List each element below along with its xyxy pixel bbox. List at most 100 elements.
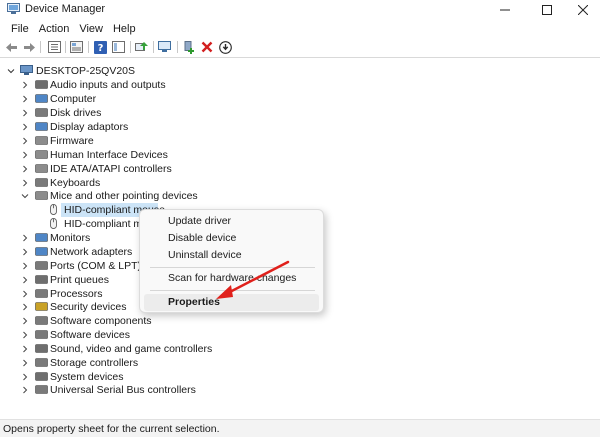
ctx-update-driver[interactable]: Update driver — [144, 213, 319, 230]
action-view-button[interactable] — [111, 40, 125, 54]
tree-category-label: Security devices — [50, 301, 127, 313]
chevron-right-icon[interactable] — [21, 345, 29, 353]
tree-category-computer[interactable]: Computer — [0, 92, 300, 106]
chevron-right-icon[interactable] — [21, 373, 29, 381]
chevron-right-icon[interactable] — [21, 386, 29, 394]
chevron-right-icon[interactable] — [21, 165, 29, 173]
chevron-right-icon[interactable] — [21, 248, 29, 256]
chevron-right-icon[interactable] — [21, 276, 29, 284]
tree-category-ide-ata-atapi-controllers[interactable]: IDE ATA/ATAPI controllers — [0, 162, 300, 176]
minimize-button[interactable] — [488, 0, 522, 20]
chevron-right-icon[interactable] — [21, 95, 29, 103]
maximize-button[interactable] — [530, 0, 564, 20]
tree-category-label: Computer — [50, 93, 97, 105]
tree-category-universal-serial-bus-controllers[interactable]: Universal Serial Bus controllers — [0, 383, 300, 397]
chevron-down-icon — [7, 69, 15, 74]
menu-help[interactable]: Help — [108, 20, 141, 39]
chevron-down-icon[interactable] — [21, 192, 29, 200]
chevron-right-icon[interactable] — [21, 137, 29, 145]
chevron-right-icon[interactable] — [21, 151, 29, 159]
device-category-icon — [35, 330, 48, 339]
tree-category-label: Print queues — [50, 274, 109, 286]
disable-device-button[interactable] — [218, 40, 232, 54]
chevron-right-icon[interactable] — [21, 179, 29, 187]
uninstall-button[interactable] — [200, 40, 214, 54]
chevron-right-icon[interactable] — [21, 290, 29, 298]
ctx-uninstall-device[interactable]: Uninstall device — [144, 247, 319, 264]
maximize-icon — [542, 5, 552, 15]
device-category-icon — [35, 191, 48, 200]
chevron-right-icon[interactable] — [21, 359, 29, 367]
device-category-icon — [35, 344, 48, 353]
tree-category-audio-inputs-and-outputs[interactable]: Audio inputs and outputs — [0, 78, 300, 92]
device-category-icon — [35, 302, 48, 311]
tree-category-label: Mice and other pointing devices — [50, 190, 198, 202]
tree-category-sound-video-and-game-controllers[interactable]: Sound, video and game controllers — [0, 342, 300, 356]
tree-category-storage-controllers[interactable]: Storage controllers — [0, 356, 300, 370]
uninstall-x-icon — [201, 41, 213, 53]
tree-category-label: Monitors — [50, 232, 91, 244]
device-manager-app-icon — [7, 3, 20, 14]
back-button[interactable] — [4, 40, 18, 54]
chevron-right-icon[interactable] — [21, 123, 29, 131]
menu-file[interactable]: File — [6, 20, 34, 39]
tree-category-software-devices[interactable]: Software devices — [0, 328, 300, 342]
device-view-icon — [47, 41, 61, 53]
status-bar: Opens property sheet for the current sel… — [0, 419, 600, 437]
help-icon: ? — [93, 40, 107, 54]
ctx-properties[interactable]: Properties — [144, 294, 319, 311]
tree-category-display-adaptors[interactable]: Display adaptors — [0, 120, 300, 134]
menu-action[interactable]: Action — [34, 20, 75, 39]
tree-category-label: Sound, video and game controllers — [50, 343, 213, 355]
tree-category-software-components[interactable]: Software components — [0, 314, 300, 328]
back-arrow-icon — [5, 42, 17, 52]
scan-hardware-button[interactable] — [158, 40, 172, 54]
properties-sheet-button[interactable] — [69, 40, 83, 54]
tree-category-system-devices[interactable]: System devices — [0, 370, 300, 384]
device-category-icon — [35, 316, 48, 325]
chevron-right-icon[interactable] — [21, 303, 29, 311]
properties-sheet-icon — [69, 41, 83, 53]
add-driver-button[interactable] — [182, 40, 196, 54]
ctx-scan-hardware[interactable]: Scan for hardware changes — [144, 270, 319, 287]
tree-category-label: Firmware — [50, 135, 94, 147]
chevron-right-icon[interactable] — [21, 262, 29, 270]
tree-category-label: Universal Serial Bus controllers — [50, 384, 196, 396]
disable-device-icon — [218, 40, 232, 54]
device-category-icon — [35, 164, 48, 173]
tree-category-keyboards[interactable]: Keyboards — [0, 176, 300, 190]
chevron-right-icon[interactable] — [21, 331, 29, 339]
mouse-icon — [50, 218, 57, 229]
add-driver-icon — [184, 40, 194, 54]
update-driver-button[interactable] — [135, 40, 149, 54]
mouse-icon — [50, 204, 57, 215]
tree-category-human-interface-devices[interactable]: Human Interface Devices — [0, 148, 300, 162]
forward-button[interactable] — [22, 40, 36, 54]
close-button[interactable] — [566, 0, 600, 20]
tree-category-disk-drives[interactable]: Disk drives — [0, 106, 300, 120]
chevron-right-icon[interactable] — [21, 317, 29, 325]
device-category-icon — [35, 136, 48, 145]
device-view-button[interactable] — [47, 40, 61, 54]
ctx-disable-device[interactable]: Disable device — [144, 230, 319, 247]
tree-category-firmware[interactable]: Firmware — [0, 134, 300, 148]
chevron-right-icon[interactable] — [21, 234, 29, 242]
menu-view[interactable]: View — [74, 20, 108, 39]
tree-category-label: IDE ATA/ATAPI controllers — [50, 163, 172, 175]
tree-category-label: Network adapters — [50, 246, 133, 258]
toolbar-separator — [88, 41, 89, 53]
device-category-icon — [35, 233, 48, 242]
close-icon — [578, 5, 588, 15]
device-category-icon — [35, 289, 48, 298]
help-button[interactable]: ? — [93, 40, 107, 54]
tree-root[interactable]: DESKTOP-25QV20S — [0, 64, 600, 78]
tree-category-mice-and-other-pointing-devices[interactable]: Mice and other pointing devices — [0, 189, 300, 203]
chevron-right-icon[interactable] — [21, 81, 29, 89]
tree-category-label: Storage controllers — [50, 357, 139, 369]
tree-category-label: Software devices — [50, 329, 130, 341]
chevron-right-icon[interactable] — [21, 109, 29, 117]
tree-item-label: HID-compliant mo — [64, 218, 149, 230]
menu-bar: File Action View Help — [0, 20, 600, 39]
device-category-icon — [35, 385, 48, 394]
tree-category-label: Keyboards — [50, 177, 101, 189]
